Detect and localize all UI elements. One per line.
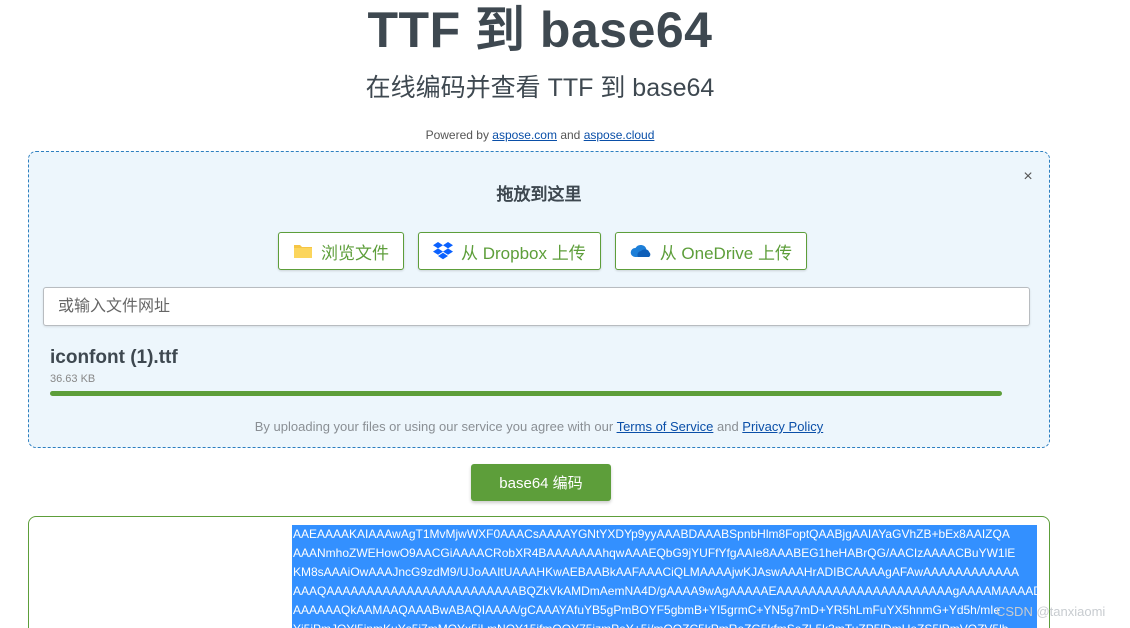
result-line: KM8sAAAiOwAAAJncG9zdM9/UJoAAItUAAAHKwAEB… [292, 563, 1037, 582]
close-icon[interactable]: × [1021, 169, 1035, 185]
dropbox-icon [433, 242, 453, 260]
result-line: AAAAAAQkAAMAAQAAABwABAQIAAAA/gCAAAYAfuYB… [292, 601, 1037, 620]
terms-of-service-link[interactable]: Terms of Service [617, 419, 714, 434]
onedrive-upload-label: 从 OneDrive 上传 [659, 243, 792, 263]
aspose-com-link[interactable]: aspose.com [492, 128, 557, 142]
base64-result-text[interactable]: AAEAAAAKAIAAAwAgT1MvMjwWXF0AAACsAAAAYGNt… [292, 525, 1037, 628]
base64-result-box[interactable]: AAEAAAAKAIAAAwAgT1MvMjwWXF0AAACsAAAAYGNt… [28, 516, 1050, 628]
upload-progress-bar [50, 391, 1002, 396]
drop-label: 拖放到这里 [496, 185, 582, 204]
file-url-input[interactable] [43, 287, 1030, 326]
upload-progress-fill [50, 391, 1002, 396]
page-title: TTF 到 base64 [367, 2, 713, 58]
csdn-watermark: CSDN @tanxiaomi [996, 604, 1106, 619]
terms-notice: By uploading your files or using our ser… [29, 419, 1049, 434]
file-dropzone[interactable]: 拖放到这里 × 浏览文件 从 Dropbox 上传 从 OneDrive 上传 … [28, 151, 1050, 448]
powered-and: and [556, 128, 584, 142]
aspose-cloud-link[interactable]: aspose.cloud [584, 128, 655, 142]
terms-prefix: By uploading your files or using our ser… [254, 419, 617, 434]
page: TTF 到 base64 在线编码并查看 TTF 到 base64 Powere… [0, 0, 1130, 628]
result-line: AAEAAAAKAIAAAwAgT1MvMjwWXF0AAACsAAAAYGNt… [292, 525, 1037, 544]
onedrive-icon [630, 245, 651, 257]
onedrive-upload-button[interactable]: 从 OneDrive 上传 [614, 232, 807, 270]
uploaded-file-name: iconfont (1).ttf [50, 347, 178, 368]
upload-source-buttons: 浏览文件 从 Dropbox 上传 从 OneDrive 上传 [278, 232, 807, 270]
base64-encode-button[interactable]: base64 编码 [471, 464, 611, 501]
dropbox-upload-button[interactable]: 从 Dropbox 上传 [418, 232, 601, 270]
privacy-policy-link[interactable]: Privacy Policy [742, 419, 823, 434]
folder-icon [294, 245, 312, 258]
result-line: AAANmhoZWEHowO9AACGiAAAACRobXR4BAAAAAAAh… [292, 544, 1037, 563]
dropbox-upload-label: 从 Dropbox 上传 [461, 243, 586, 263]
browse-files-button[interactable]: 浏览文件 [278, 232, 404, 270]
terms-and: and [713, 419, 743, 434]
result-line: AAAQAAAAAAAAAAAAAAAAAAAAAAAABQZkVkAMDmAe… [292, 582, 1037, 601]
browse-files-label: 浏览文件 [321, 243, 389, 263]
result-line: Yj5iPmJOYl5inmKuYs5i7mMOYx5jLmNOY15ifmOO… [292, 620, 1037, 628]
page-subtitle: 在线编码并查看 TTF 到 base64 [365, 74, 715, 102]
uploaded-file-size: 36.63 KB [50, 373, 96, 385]
powered-prefix: Powered by [425, 128, 493, 142]
powered-by: Powered by aspose.com and aspose.cloud [0, 127, 1080, 143]
